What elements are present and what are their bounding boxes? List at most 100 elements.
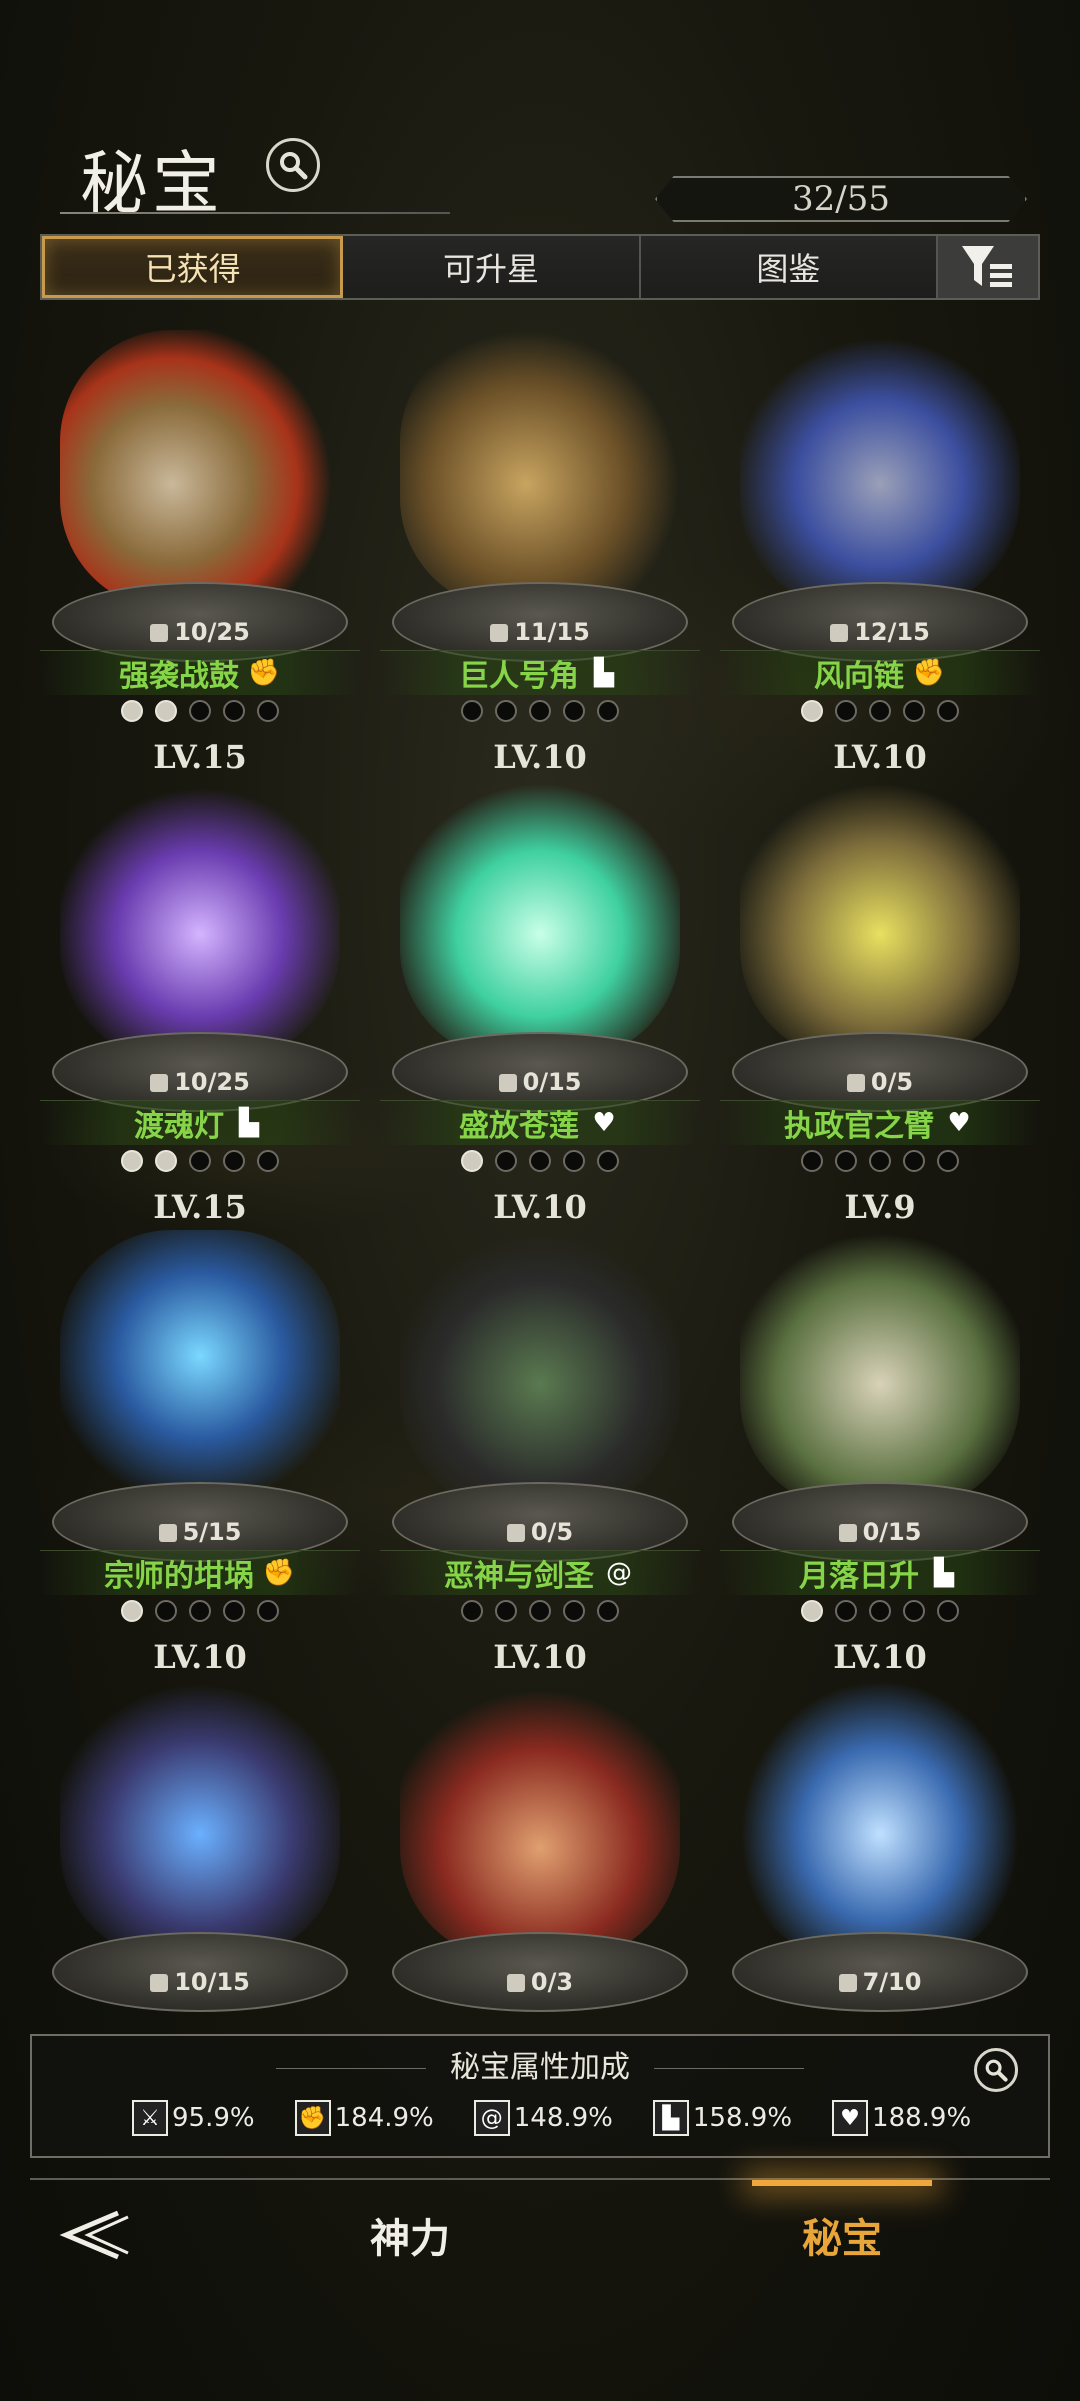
star-filled-icon <box>461 1150 483 1172</box>
name-band: 风向链 ✊ <box>720 650 1040 695</box>
magnifier-icon <box>985 2059 1008 2082</box>
puzzle-piece-icon <box>506 1974 525 1992</box>
star-empty-icon <box>869 1150 891 1172</box>
star-empty-icon <box>801 1150 823 1172</box>
tab-obtained[interactable]: 已获得 <box>42 236 344 298</box>
puzzle-piece-icon <box>158 1524 177 1542</box>
bonus-search-button[interactable] <box>974 2048 1018 2092</box>
puzzle-piece-icon <box>150 1074 169 1092</box>
star-empty-icon <box>597 1600 619 1622</box>
name-band: 执政官之臂 ♥ <box>720 1100 1040 1145</box>
star-empty-icon <box>937 1150 959 1172</box>
fragment-value: 7/10 <box>862 1968 922 1996</box>
fragment-count: 12/15 <box>710 618 1050 646</box>
swirl-icon: @ <box>606 1558 632 1588</box>
dagger-image <box>740 1680 1020 1960</box>
name-band: 盛放苍莲 ♥ <box>380 1100 700 1145</box>
boot-icon: ▙ <box>934 1558 954 1588</box>
puzzle-piece-icon <box>838 1974 857 1992</box>
back-arrow-icon <box>59 2210 129 2260</box>
star-empty-icon <box>563 1150 585 1172</box>
bonus-stat-value: 95.9% <box>172 2103 255 2133</box>
treasure-card[interactable]: 5/15 宗师的坩埚 ✊ LV.10 <box>30 1220 370 1690</box>
fragment-count: 10/25 <box>30 1068 370 1096</box>
star-rating <box>710 1150 1050 1172</box>
fragment-count: 0/15 <box>710 1518 1050 1546</box>
fragment-value: 10/25 <box>174 618 250 646</box>
fragment-value: 0/3 <box>530 1968 574 1996</box>
back-button[interactable] <box>58 2205 138 2265</box>
nav-treasures[interactable]: 秘宝 <box>752 2200 932 2270</box>
bonus-stat: ♥ 188.9% <box>832 2100 971 2136</box>
treasure-name: 盛放苍莲 <box>459 1109 579 1144</box>
fragment-count: 10/15 <box>30 1968 370 1996</box>
fragment-value: 0/5 <box>530 1518 574 1546</box>
fist-icon: ✊ <box>262 1558 296 1588</box>
star-rating <box>370 700 710 722</box>
name-band: 巨人号角 ▙ <box>380 650 700 695</box>
star-rating <box>370 1600 710 1622</box>
star-empty-icon <box>223 1150 245 1172</box>
star-filled-icon <box>121 700 143 722</box>
star-empty-icon <box>529 1600 551 1622</box>
treasure-name: 风向链 <box>814 659 904 694</box>
fragment-value: 10/15 <box>174 1968 250 1996</box>
treasure-name: 强袭战鼓 <box>119 659 239 694</box>
star-empty-icon <box>257 1150 279 1172</box>
puzzle-piece-icon <box>830 624 849 642</box>
name-band: 渡魂灯 ▙ <box>40 1100 360 1145</box>
star-empty-icon <box>223 1600 245 1622</box>
candle-image <box>400 1680 680 1960</box>
puzzle-piece-icon <box>150 1974 169 1992</box>
bonus-stat: ✊ 184.9% <box>294 2100 434 2136</box>
star-filled-icon <box>155 1150 177 1172</box>
tab-upgradable[interactable]: 可升星 <box>343 236 641 298</box>
star-empty-icon <box>189 1600 211 1622</box>
filter-button[interactable] <box>937 236 1038 298</box>
treasure-name: 月落日升 <box>799 1559 919 1594</box>
star-empty-icon <box>903 1600 925 1622</box>
treasure-card[interactable]: 0/5 执政官之臂 ♥ LV.9 <box>710 770 1050 1240</box>
treasure-card[interactable]: 0/15 盛放苍莲 ♥ LV.10 <box>370 770 710 1240</box>
cauldron-image <box>60 1230 340 1510</box>
fist-icon: ✊ <box>294 2100 331 2136</box>
fragment-count: 0/5 <box>710 1068 1050 1096</box>
treasure-name: 巨人号角 <box>459 659 579 694</box>
nav-active-indicator <box>752 2180 932 2186</box>
sword-icon: ⚔ <box>132 2100 168 2136</box>
search-button[interactable] <box>266 138 320 192</box>
treasure-card[interactable]: 0/5 恶神与剑圣 @ LV.10 <box>370 1220 710 1690</box>
star-filled-icon <box>121 1600 143 1622</box>
name-band: 宗师的坩埚 ✊ <box>40 1550 360 1595</box>
heart-hand-icon: ♥ <box>832 2100 869 2136</box>
heart-hand-icon: ♥ <box>592 1108 616 1138</box>
treasure-card[interactable]: 12/15 风向链 ✊ LV.10 <box>710 320 1050 790</box>
treasure-card[interactable]: 11/15 巨人号角 ▙ LV.10 <box>370 320 710 790</box>
treasure-name: 渡魂灯 <box>134 1109 224 1144</box>
tab-codex[interactable]: 图鉴 <box>640 236 938 298</box>
star-empty-icon <box>189 1150 211 1172</box>
heart-hand-icon: ♥ <box>947 1108 971 1138</box>
gauntlet-arm-image <box>740 780 1020 1060</box>
star-empty-icon <box>223 700 245 722</box>
treasure-card[interactable]: 10/25 渡魂灯 ▙ LV.15 <box>30 770 370 1240</box>
nav-divine-power[interactable]: 神力 <box>330 2200 490 2270</box>
star-empty-icon <box>155 1600 177 1622</box>
bonus-title: 秘宝属性加成 <box>32 2042 1048 2086</box>
star-empty-icon <box>563 1600 585 1622</box>
fist-icon: ✊ <box>912 658 946 688</box>
star-empty-icon <box>937 1600 959 1622</box>
star-empty-icon <box>495 700 517 722</box>
fragment-value: 5/15 <box>182 1518 242 1546</box>
puzzle-piece-icon <box>498 1074 517 1092</box>
treasure-card[interactable]: 0/15 月落日升 ▙ LV.10 <box>710 1220 1050 1690</box>
star-filled-icon <box>121 1150 143 1172</box>
bonus-panel: 秘宝属性加成 ⚔ 95.9% ✊ 184.9% @148.9% ▙ 158.9% ♥ 188.9… <box>30 2034 1050 2158</box>
fragment-count: 0/5 <box>370 1518 710 1546</box>
wind-necklace-image <box>740 330 1020 610</box>
puzzle-piece-icon <box>846 1074 865 1092</box>
treasure-card[interactable]: 10/25 强袭战鼓 ✊ LV.15 <box>30 320 370 790</box>
soul-lantern-image <box>60 780 340 1060</box>
star-empty-icon <box>597 1150 619 1172</box>
treasure-name: 恶神与剑圣 <box>444 1559 594 1594</box>
